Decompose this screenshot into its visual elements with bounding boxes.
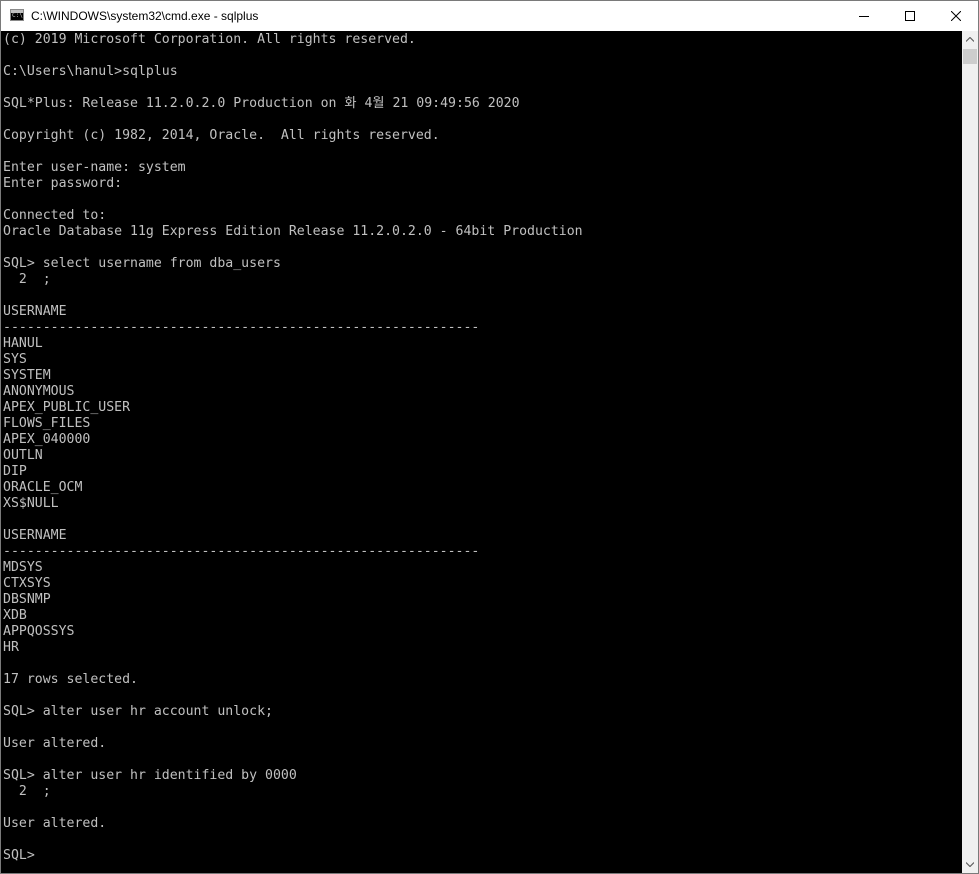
console-line: C:\Users\hanul>sqlplus — [3, 64, 178, 79]
console-line: DBSNMP — [3, 592, 51, 607]
console-line: 2 ; — [3, 784, 51, 799]
console-line: User altered. — [3, 736, 107, 751]
console-line: SQL*Plus: Release 11.2.0.2.0 Production … — [3, 96, 520, 111]
console-line: ----------------------------------------… — [3, 320, 480, 335]
console-line: XS$NULL — [3, 496, 59, 511]
console-line: Connected to: — [3, 208, 107, 223]
close-icon — [951, 11, 961, 21]
scroll-up-arrow-icon — [966, 37, 974, 42]
minimize-icon — [859, 16, 869, 17]
console-line: APPQOSSYS — [3, 624, 75, 639]
console-line: APEX_PUBLIC_USER — [3, 400, 131, 415]
console-line: HANUL — [3, 336, 43, 351]
console-line: DIP — [3, 464, 27, 479]
console-line: Oracle Database 11g Express Edition Rele… — [3, 224, 583, 239]
scroll-up-button[interactable] — [962, 31, 978, 48]
window-title: C:\WINDOWS\system32\cmd.exe - sqlplus — [31, 9, 259, 23]
console-line: SQL> — [3, 848, 35, 863]
console-line: Enter user-name: system — [3, 160, 186, 175]
console-line: HR — [3, 640, 19, 655]
console-line: USERNAME — [3, 528, 67, 543]
console-line: User altered. — [3, 816, 107, 831]
console-line: 2 ; — [3, 272, 51, 287]
console-line: SQL> alter user hr identified by 0000 — [3, 768, 297, 783]
console-line: APEX_040000 — [3, 432, 91, 447]
cmd-window: C:\WINDOWS\system32\cmd.exe - sqlplus (c… — [0, 0, 979, 874]
console-line: ----------------------------------------… — [3, 544, 480, 559]
maximize-icon — [905, 11, 915, 21]
console-output-area[interactable]: (c) 2019 Microsoft Corporation. All righ… — [1, 31, 962, 873]
close-button[interactable] — [933, 1, 979, 31]
scrollbar-thumb[interactable] — [963, 49, 977, 64]
console-line: XDB — [3, 608, 27, 623]
vertical-scrollbar[interactable] — [962, 31, 978, 873]
scroll-down-button[interactable] — [962, 856, 978, 873]
console-line: 17 rows selected. — [3, 672, 138, 687]
console-line: SQL> alter user hr account unlock; — [3, 704, 273, 719]
console-line: Copyright (c) 1982, 2014, Oracle. All ri… — [3, 128, 440, 143]
console-line: FLOWS_FILES — [3, 416, 91, 431]
console-line: SYSTEM — [3, 368, 51, 383]
console-line: SYS — [3, 352, 27, 367]
cmd-console-icon[interactable] — [10, 9, 24, 21]
console-line: Enter password: — [3, 176, 123, 191]
console-line: ORACLE_OCM — [3, 480, 83, 495]
console-line: (c) 2019 Microsoft Corporation. All righ… — [3, 32, 416, 47]
minimize-button[interactable] — [841, 1, 887, 31]
title-bar[interactable]: C:\WINDOWS\system32\cmd.exe - sqlplus — [1, 1, 978, 31]
console-line: SQL> select username from dba_users — [3, 256, 281, 271]
console-line: USERNAME — [3, 304, 67, 319]
console-line: ANONYMOUS — [3, 384, 75, 399]
console-line: MDSYS — [3, 560, 43, 575]
maximize-button[interactable] — [887, 1, 933, 31]
scroll-down-arrow-icon — [966, 862, 974, 867]
console-line: OUTLN — [3, 448, 43, 463]
console-text: (c) 2019 Microsoft Corporation. All righ… — [3, 32, 583, 864]
console-line: CTXSYS — [3, 576, 51, 591]
